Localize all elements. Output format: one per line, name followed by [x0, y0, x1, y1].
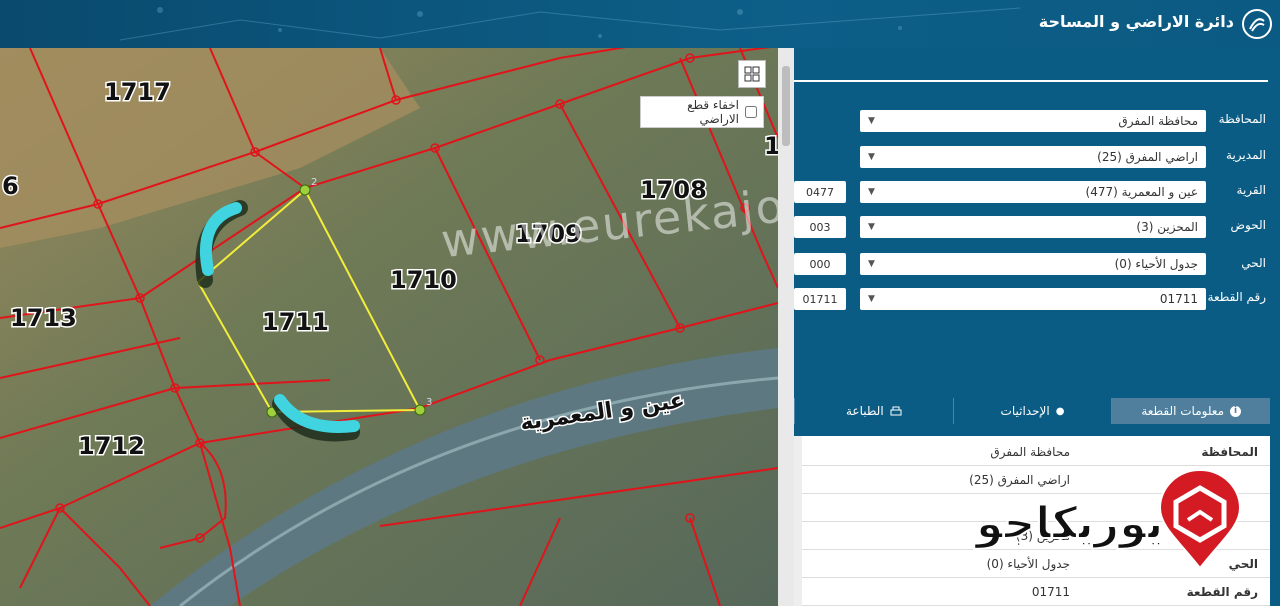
brand-text: يوريكاجو — [975, 497, 1164, 550]
chevron-down-icon: ▼ — [868, 152, 875, 162]
directorate-label: المديرية — [1226, 148, 1266, 162]
tab-print[interactable]: الطباعة — [793, 398, 953, 424]
tab-parcel-info[interactable]: i معلومات القطعة — [1111, 398, 1270, 424]
parcel-value: 01711 — [1159, 292, 1198, 306]
parcel-code-input[interactable]: 01711 — [794, 288, 846, 310]
header-bar: دائرة الاراضي و المساحة — [0, 0, 1280, 48]
neighborhood-value: جدول الأحياء (0) — [1114, 257, 1198, 271]
tab-coordinates[interactable]: ● الإحداثيات — [952, 398, 1112, 424]
hide-parcels-toggle[interactable]: اخفاء قطع الاراضي — [640, 96, 764, 128]
hide-parcels-label: اخفاء قطع الاراضي — [687, 98, 739, 126]
table-row: رقم القطعة 01711 — [802, 578, 1270, 606]
info-key: المحافظة — [1201, 445, 1258, 459]
neighborhood-code-input[interactable]: 000 — [794, 253, 846, 275]
brand-logo-icon — [1158, 470, 1242, 570]
tab-parcel-info-label: معلومات القطعة — [1141, 404, 1225, 418]
parcel-label-1711: 1711 — [262, 308, 329, 336]
map-view[interactable]: 1717 1708 1709 1710 1711 1713 1712 6 1 2… — [0, 48, 778, 606]
grid-icon — [744, 66, 760, 82]
map-canvas[interactable]: 1717 1708 1709 1710 1711 1713 1712 6 1 2… — [0, 48, 778, 606]
chevron-down-icon: ▼ — [868, 259, 875, 269]
info-value: محافظة المفرق — [990, 445, 1070, 459]
directorate-value: اراضي المفرق (25) — [1097, 150, 1198, 164]
village-label: القرية — [1236, 183, 1266, 197]
hide-parcels-checkbox[interactable] — [745, 106, 757, 118]
neighborhood-select[interactable]: جدول الأحياء (0) ▼ — [860, 253, 1206, 275]
vertex-label-2: 2 — [311, 177, 317, 188]
chevron-down-icon: ▼ — [868, 187, 875, 197]
page-title: دائرة الاراضي و المساحة — [1038, 12, 1234, 31]
printer-icon — [890, 406, 902, 415]
info-key: رقم القطعة — [1186, 585, 1258, 599]
chevron-down-icon: ▼ — [868, 116, 875, 126]
parcel-label-1: 1 — [764, 132, 778, 160]
parcel-label-6: 6 — [2, 172, 19, 200]
panel-scrollbar[interactable] — [778, 48, 794, 606]
parcel-number-label: رقم القطعة — [1207, 290, 1266, 304]
parcel-label-1710: 1710 — [390, 266, 457, 294]
table-scrollbar[interactable] — [794, 436, 802, 606]
info-icon: i — [1230, 405, 1242, 417]
header-pattern — [120, 7, 1020, 41]
basin-code-input[interactable]: 003 — [794, 216, 846, 238]
village-code-input[interactable]: 0477 — [794, 181, 846, 203]
village-select[interactable]: عين و المعمرية (477) ▼ — [860, 181, 1206, 203]
chevron-down-icon: ▼ — [868, 294, 875, 304]
layers-button[interactable] — [738, 60, 766, 88]
scrollbar-thumb[interactable] — [782, 66, 790, 146]
directorate-select[interactable]: اراضي المفرق (25) ▼ — [860, 146, 1206, 168]
panel-divider — [794, 80, 1268, 82]
parcel-select[interactable]: 01711 ▼ — [860, 288, 1206, 310]
basin-select[interactable]: المحزين (3) ▼ — [860, 216, 1206, 238]
tab-print-label: الطباعة — [845, 404, 884, 418]
location-pin-icon: ● — [1055, 405, 1065, 417]
basin-label: الحوض — [1230, 218, 1266, 232]
parcel-label-1713: 1713 — [10, 304, 77, 332]
governorate-label: المحافظة — [1218, 112, 1266, 126]
brand-watermark: يوريكاجو — [975, 470, 1266, 580]
parcel-label-1712: 1712 — [78, 432, 145, 460]
village-value: عين و المعمرية (477) — [1085, 185, 1198, 199]
tab-coordinates-label: الإحداثيات — [1000, 404, 1050, 418]
app-root: دائرة الاراضي و المساحة 1717 1708 1709 1… — [0, 0, 1280, 606]
governorate-value: محافظة المفرق — [1118, 114, 1198, 128]
info-tabs: i معلومات القطعة ● الإحداثيات الطباعة — [793, 398, 1270, 424]
governorate-select[interactable]: محافظة المفرق ▼ — [860, 110, 1206, 132]
parcel-label-1717: 1717 — [104, 78, 171, 106]
chevron-down-icon: ▼ — [868, 222, 875, 232]
neighborhood-label: الحي — [1241, 256, 1266, 270]
info-value: 01711 — [1031, 585, 1070, 599]
table-row: المحافظة محافظة المفرق — [802, 438, 1270, 466]
dls-logo-icon — [1242, 9, 1272, 39]
basin-value: المحزين (3) — [1136, 220, 1198, 234]
vertex-label-3: 3 — [426, 397, 432, 408]
